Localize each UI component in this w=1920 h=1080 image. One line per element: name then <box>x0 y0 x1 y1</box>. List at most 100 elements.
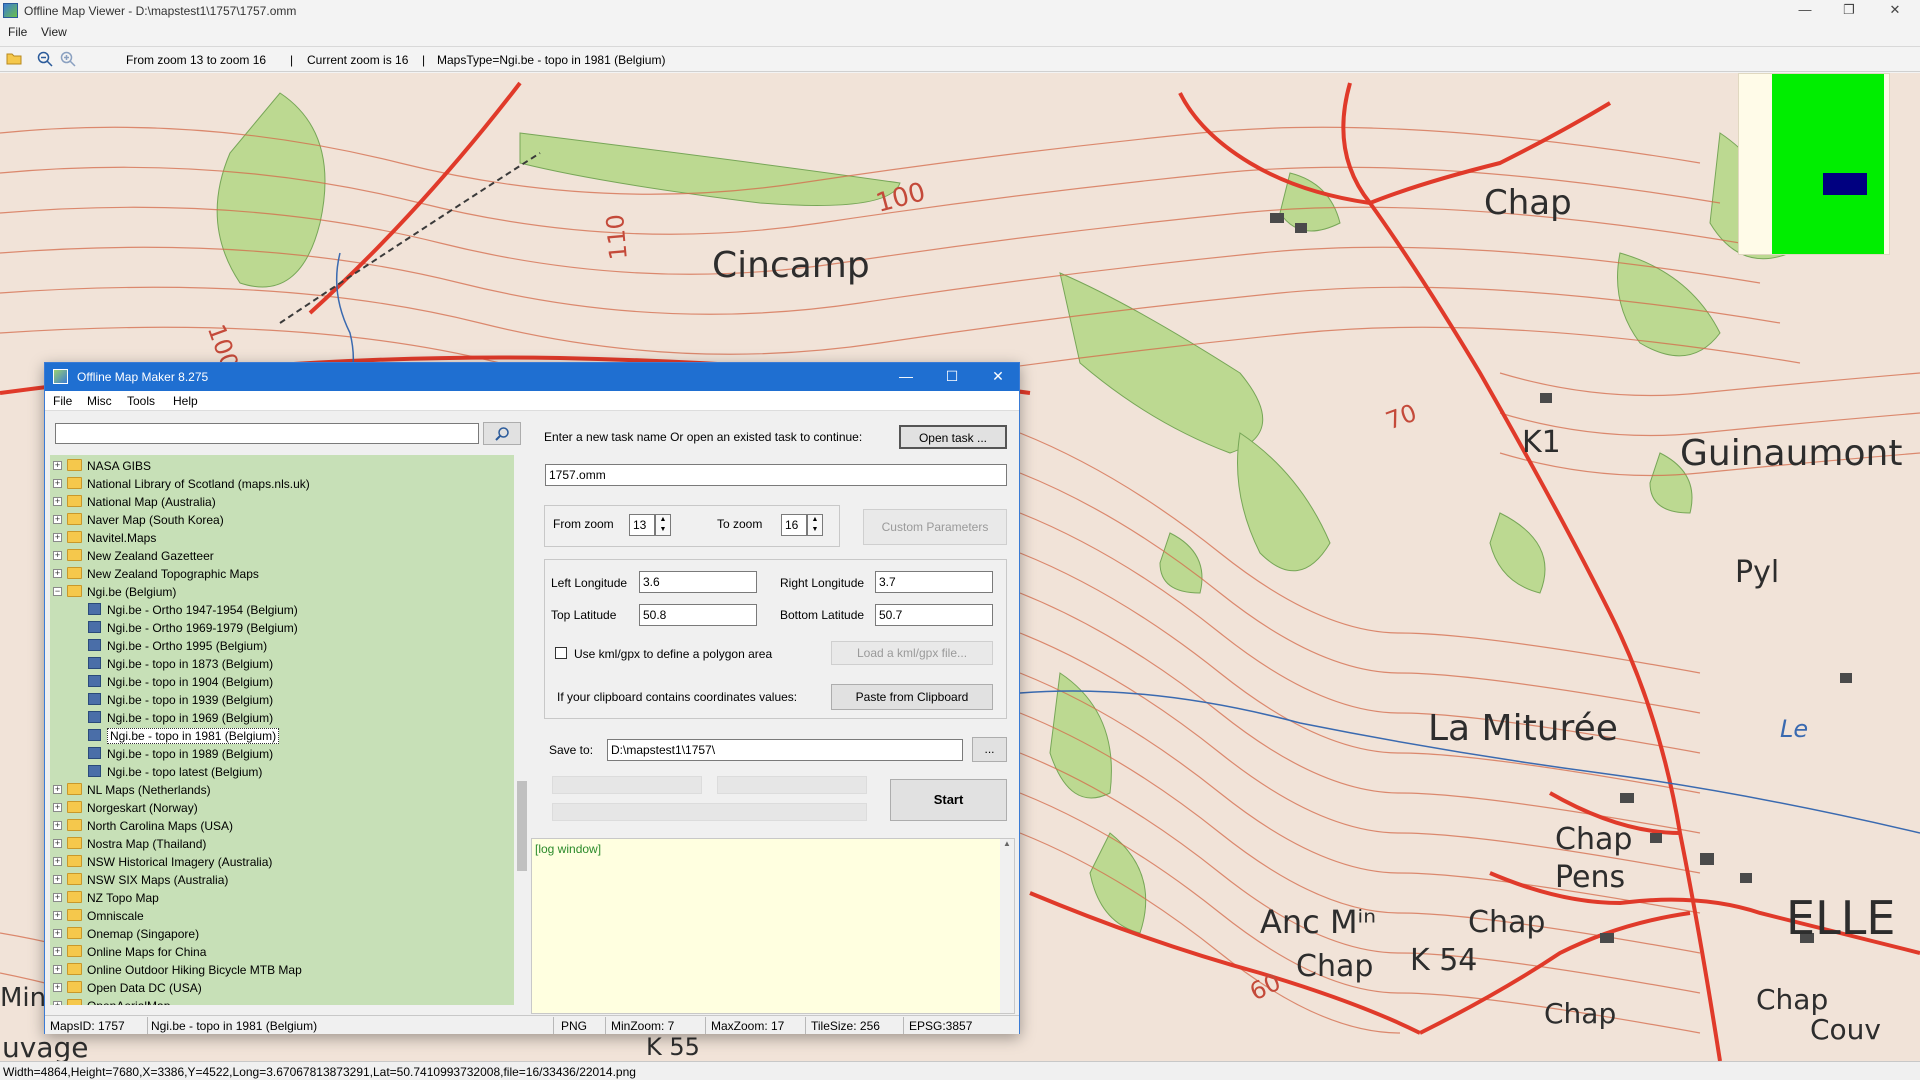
expand-icon[interactable]: + <box>53 839 62 848</box>
map-search-input[interactable] <box>55 423 479 444</box>
tree-item-label: NSW Historical Imagery (Australia) <box>87 855 273 869</box>
map-icon <box>88 675 101 687</box>
map-label: K 54 <box>1410 943 1478 978</box>
tree-item-label: New Zealand Gazetteer <box>87 549 214 563</box>
toolbar-separator: | <box>422 53 426 67</box>
expand-icon[interactable]: + <box>53 497 62 506</box>
collapse-icon[interactable]: − <box>53 587 62 596</box>
open-folder-icon[interactable] <box>5 51 23 69</box>
kml-checkbox[interactable] <box>555 647 567 659</box>
menu-file[interactable]: File <box>8 25 27 39</box>
overview-area <box>1772 74 1884 254</box>
to-zoom-stepper[interactable]: ▲ ▼ <box>807 514 823 536</box>
folder-icon <box>67 819 82 831</box>
dialog-menu-tools[interactable]: Tools <box>127 394 155 408</box>
expand-icon[interactable]: + <box>53 929 62 938</box>
left-longitude-input[interactable] <box>639 571 757 593</box>
expand-icon[interactable]: + <box>53 983 62 992</box>
expand-icon[interactable]: + <box>53 785 62 794</box>
tree-item-label: NSW SIX Maps (Australia) <box>87 873 229 887</box>
minimize-button[interactable]: — <box>1782 0 1828 22</box>
expand-icon[interactable]: + <box>53 857 62 866</box>
log-window[interactable]: [log window] ▲ <box>531 838 1015 1014</box>
current-zoom-text: Current zoom is 16 <box>307 53 409 67</box>
map-source-tree[interactable]: + NASA GIBS + National Library of Scotland … <box>50 455 514 1005</box>
clipboard-label: If your clipboard contains coordinates v… <box>557 690 798 704</box>
log-scrollbar[interactable]: ▲ <box>1000 839 1014 1013</box>
open-task-button[interactable]: Open task ... <box>899 425 1007 449</box>
from-zoom-input[interactable] <box>629 514 655 536</box>
map-icon <box>88 729 101 741</box>
expand-icon[interactable]: + <box>53 803 62 812</box>
dialog-menubar: File Misc Tools Help <box>45 391 1019 411</box>
expand-icon[interactable]: + <box>53 479 62 488</box>
map-name: Ngi.be - topo in 1981 (Belgium) <box>151 1019 318 1033</box>
close-button[interactable]: ✕ <box>1872 0 1918 22</box>
bottom-latitude-input[interactable] <box>875 604 993 626</box>
right-longitude-label: Right Longitude <box>780 576 865 590</box>
to-zoom-label: To zoom <box>717 517 763 531</box>
start-button[interactable]: Start <box>890 779 1007 821</box>
expand-icon[interactable]: + <box>53 461 62 470</box>
map-icon <box>88 747 101 759</box>
maximize-button[interactable]: ❐ <box>1826 0 1872 22</box>
folder-icon <box>67 549 82 561</box>
dialog-menu-misc[interactable]: Misc <box>87 394 112 408</box>
tree-scroll-thumb[interactable] <box>517 781 527 871</box>
overview-minimap[interactable] <box>1738 73 1890 255</box>
map-icon <box>88 621 101 633</box>
window-title: Offline Map Viewer - D:\mapstest1\1757\1… <box>24 4 297 18</box>
expand-icon[interactable]: + <box>53 911 62 920</box>
top-latitude-input[interactable] <box>639 604 757 626</box>
dialog-close-button[interactable]: ✕ <box>975 363 1021 391</box>
dialog-maximize-button[interactable]: ☐ <box>929 363 975 391</box>
folder-icon <box>67 585 82 597</box>
map-label: Min <box>0 983 47 1013</box>
expand-icon[interactable]: + <box>53 533 62 542</box>
browse-button[interactable]: ... <box>972 737 1007 762</box>
expand-icon[interactable]: + <box>53 821 62 830</box>
right-longitude-input[interactable] <box>875 571 993 593</box>
dialog-menu-file[interactable]: File <box>53 394 72 408</box>
overview-viewport-box[interactable] <box>1823 173 1867 195</box>
dialog-menu-help[interactable]: Help <box>173 394 198 408</box>
paste-clipboard-button[interactable]: Paste from Clipboard <box>831 684 993 710</box>
zoom-out-icon[interactable] <box>36 51 54 69</box>
bottom-latitude-label: Bottom Latitude <box>780 608 865 622</box>
tree-item-label: Online Maps for China <box>87 945 207 959</box>
expand-icon[interactable]: + <box>53 947 62 956</box>
kml-label: Use kml/gpx to define a polygon area <box>574 647 773 661</box>
expand-icon[interactable]: + <box>53 893 62 902</box>
custom-parameters-button[interactable]: Custom Parameters <box>863 509 1007 545</box>
menu-view[interactable]: View <box>41 25 67 39</box>
map-icon <box>88 603 101 615</box>
dialog-statusbar: MapsID: 1757 Ngi.be - topo in 1981 (Belg… <box>45 1015 1019 1034</box>
progress-bar <box>552 776 702 794</box>
left-longitude-label: Left Longitude <box>551 576 628 590</box>
expand-icon[interactable]: + <box>53 569 62 578</box>
expand-icon[interactable]: + <box>53 1001 62 1005</box>
task-name-input[interactable] <box>545 464 1007 486</box>
folder-icon <box>67 459 82 471</box>
zoom-in-icon[interactable] <box>59 51 77 69</box>
expand-icon[interactable]: + <box>53 875 62 884</box>
expand-icon[interactable]: + <box>53 965 62 974</box>
load-kml-button[interactable]: Load a kml/gpx file... <box>831 641 993 665</box>
max-zoom: MaxZoom: 17 <box>711 1019 785 1033</box>
log-text: [log window] <box>535 842 602 856</box>
dialog-minimize-button[interactable]: — <box>883 363 929 391</box>
map-label: Chap <box>1756 983 1829 1016</box>
map-label: K 55 <box>646 1033 700 1061</box>
expand-icon[interactable]: + <box>53 515 62 524</box>
expand-icon[interactable]: + <box>53 551 62 560</box>
search-button[interactable] <box>483 422 521 445</box>
folder-icon <box>67 909 82 921</box>
to-zoom-input[interactable] <box>781 514 807 536</box>
folder-icon <box>67 891 82 903</box>
zoom-group: From zoom ▲▼ To zoom ▲▼ <box>544 505 840 547</box>
folder-icon <box>67 981 82 993</box>
from-zoom-stepper[interactable]: ▲ ▼ <box>655 514 671 536</box>
map-icon <box>88 693 101 705</box>
save-to-input[interactable] <box>607 739 963 761</box>
tree-scrollbar[interactable] <box>514 455 530 1005</box>
